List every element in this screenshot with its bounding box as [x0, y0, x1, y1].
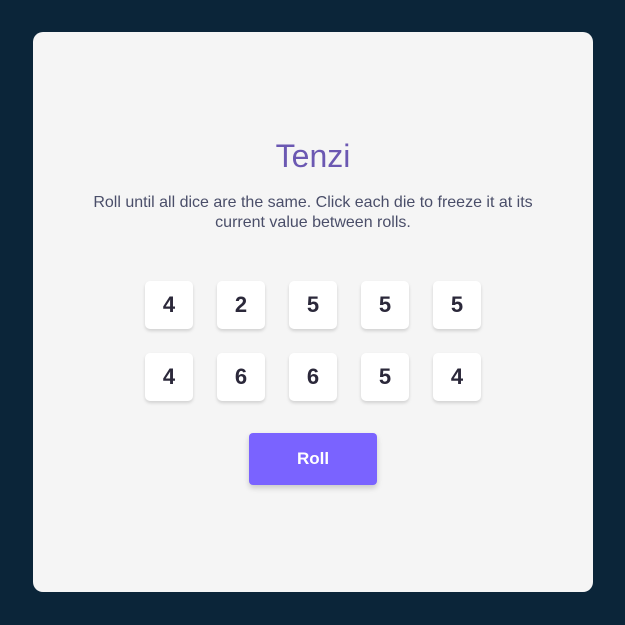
die-2[interactable]: 2 — [217, 281, 265, 329]
die-6[interactable]: 4 — [145, 353, 193, 401]
page-title: Tenzi — [275, 138, 351, 174]
die-4[interactable]: 5 — [361, 281, 409, 329]
dice-grid: 4 2 5 5 5 4 6 6 5 4 — [145, 281, 481, 401]
instructions-text: Roll until all dice are the same. Click … — [93, 194, 533, 231]
die-3[interactable]: 5 — [289, 281, 337, 329]
die-5[interactable]: 5 — [433, 281, 481, 329]
game-card: Tenzi Roll until all dice are the same. … — [33, 32, 593, 592]
die-1[interactable]: 4 — [145, 281, 193, 329]
die-7[interactable]: 6 — [217, 353, 265, 401]
die-9[interactable]: 5 — [361, 353, 409, 401]
die-8[interactable]: 6 — [289, 353, 337, 401]
die-10[interactable]: 4 — [433, 353, 481, 401]
roll-button[interactable]: Roll — [249, 433, 377, 485]
